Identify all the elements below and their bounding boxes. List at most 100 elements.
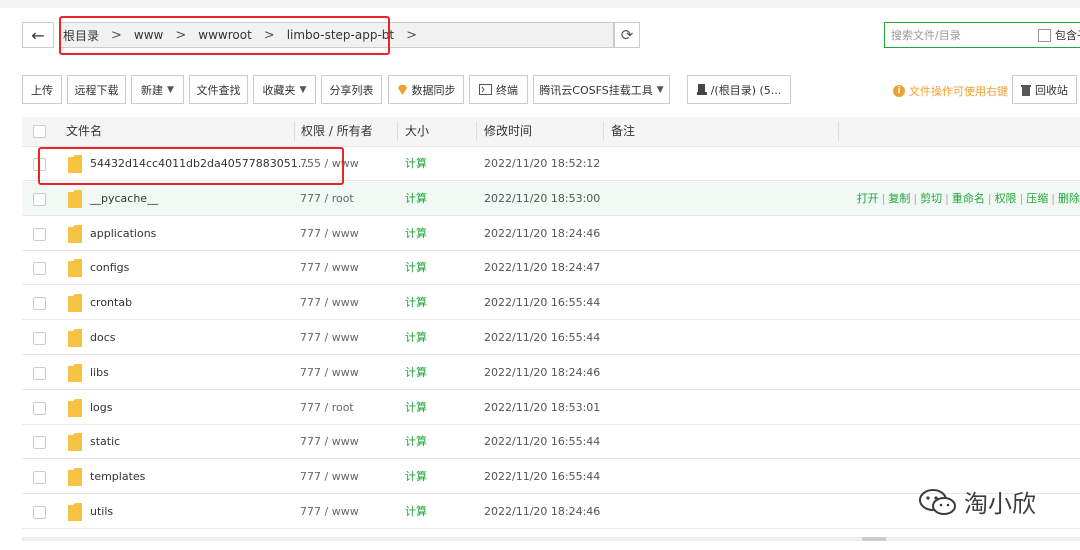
file-permission[interactable]: 777 / www	[300, 321, 359, 355]
file-name[interactable]: static	[90, 425, 120, 459]
row-checkbox[interactable]	[33, 436, 46, 450]
file-permission[interactable]: 777 / www	[300, 425, 359, 459]
table-row[interactable]: __pycache__ 777 / root 计算 2022/11/20 18:53:…	[22, 181, 1080, 216]
table-row[interactable]: applications 777 / www 计算 2022/11/20 18:24:…	[22, 217, 1080, 251]
row-checkbox[interactable]	[33, 332, 46, 345]
file-name[interactable]: logs	[90, 391, 113, 425]
back-button[interactable]: ←	[22, 22, 54, 48]
row-checkbox[interactable]	[33, 401, 46, 415]
favorites-button[interactable]: 收藏夹 ▼	[253, 75, 316, 104]
file-size[interactable]: 计算	[405, 425, 427, 459]
header-mtime[interactable]: 修改时间	[484, 117, 532, 146]
file-name[interactable]: crontab	[90, 286, 132, 320]
search-input[interactable]	[885, 27, 1038, 43]
data-sync-button[interactable]: 数据同步	[388, 75, 464, 104]
file-name[interactable]: configs	[90, 251, 129, 285]
table-row[interactable]: logs 777 / root 计算 2022/11/20 18:53:01	[22, 391, 1080, 425]
file-permission[interactable]: 777 / root	[300, 391, 354, 425]
file-size[interactable]: 计算	[405, 286, 427, 320]
action-separator: |	[1051, 191, 1055, 205]
row-checkbox[interactable]	[33, 262, 46, 276]
upload-button[interactable]: 上传	[22, 75, 62, 104]
row-action-link[interactable]: 重命名	[952, 192, 985, 205]
recycle-label: 回收站	[1035, 83, 1068, 97]
recycle-bin-button[interactable]: 回收站	[1012, 75, 1077, 104]
new-label: 新建	[141, 83, 164, 97]
file-permission[interactable]: 777 / root	[300, 182, 354, 216]
row-checkbox[interactable]	[33, 227, 46, 241]
file-size[interactable]: 计算	[405, 495, 427, 529]
row-action-link[interactable]: 复制	[888, 192, 910, 205]
trash-icon	[1021, 84, 1031, 96]
column-divider	[397, 122, 398, 141]
file-permission[interactable]: 777 / www	[300, 217, 359, 251]
disk-label: /(根目录) (5...	[710, 83, 782, 97]
folder-icon	[68, 503, 82, 521]
terminal-button[interactable]: 终端	[469, 75, 528, 104]
file-size[interactable]: 计算	[405, 391, 427, 425]
horizontal-scrollbar[interactable]	[22, 537, 1080, 541]
table-row[interactable]: static 777 / www 计算 2022/11/20 16:55:44	[22, 425, 1080, 460]
row-action-link[interactable]: 权限	[995, 192, 1017, 205]
cosfs-tool-button[interactable]: 腾讯云COSFS挂载工具 ▼	[533, 75, 670, 104]
share-list-button[interactable]: 分享列表	[321, 75, 382, 104]
include-subdir-checkbox[interactable]: 包含子	[1038, 27, 1080, 43]
table-row[interactable]: crontab 777 / www 计算 2022/11/20 16:55:44	[22, 286, 1080, 321]
row-actions: 打开 | 复制 | 剪切 | 重命名 | 权限 | 压缩 | 删除	[857, 182, 1080, 216]
disk-button[interactable]: /(根目录) (5...	[687, 75, 791, 104]
row-checkbox[interactable]	[33, 192, 46, 206]
folder-icon	[68, 259, 82, 278]
new-button[interactable]: 新建 ▼	[131, 75, 184, 104]
file-size[interactable]: 计算	[405, 251, 427, 285]
file-mtime: 2022/11/20 18:53:00	[484, 191, 601, 205]
file-name[interactable]: applications	[90, 217, 156, 251]
header-size[interactable]: 大小	[405, 117, 429, 146]
file-name[interactable]: libs	[90, 356, 109, 390]
row-checkbox[interactable]	[33, 506, 46, 519]
diamond-icon	[397, 84, 407, 95]
file-size[interactable]: 计算	[405, 460, 427, 494]
row-action-link[interactable]: 打开	[857, 192, 879, 205]
share-list-label: 分享列表	[329, 83, 374, 97]
file-permission[interactable]: 777 / www	[300, 460, 359, 494]
file-name[interactable]: __pycache__	[90, 182, 158, 216]
chevron-down-icon: ▼	[167, 84, 174, 95]
file-permission[interactable]: 777 / www	[300, 286, 359, 320]
folder-icon	[68, 329, 82, 347]
file-size[interactable]: 计算	[405, 147, 427, 181]
header-name[interactable]: 文件名	[66, 117, 102, 146]
row-action-link[interactable]: 压缩	[1026, 192, 1048, 205]
row-action-link[interactable]: 删除	[1058, 192, 1080, 205]
file-mtime: 2022/11/20 18:53:01	[484, 400, 601, 414]
file-size[interactable]: 计算	[405, 321, 427, 355]
tip-text: 文件操作可使用右键	[909, 85, 1008, 98]
file-permission[interactable]: 777 / www	[300, 356, 359, 390]
terminal-icon	[479, 84, 492, 95]
table-row[interactable]: configs 777 / www 计算 2022/11/20 18:24:47	[22, 251, 1080, 286]
file-size[interactable]: 计算	[405, 182, 427, 216]
file-search-button[interactable]: 文件查找	[189, 75, 248, 104]
header-permission[interactable]: 权限 / 所有者	[301, 117, 373, 146]
file-name[interactable]: docs	[90, 321, 116, 355]
scrollbar-thumb[interactable]	[862, 537, 886, 541]
refresh-button[interactable]: ⟳	[614, 22, 640, 48]
file-permission[interactable]: 777 / www	[300, 495, 359, 529]
context-menu-tip: i 文件操作可使用右键	[893, 83, 1008, 99]
table-row[interactable]: libs 777 / www 计算 2022/11/20 18:24:46	[22, 356, 1080, 390]
file-name[interactable]: utils	[90, 495, 113, 529]
table-row[interactable]: docs 777 / www 计算 2022/11/20 16:55:44	[22, 321, 1080, 355]
file-size[interactable]: 计算	[405, 356, 427, 390]
row-checkbox[interactable]	[33, 471, 46, 485]
include-subdir-label: 包含子	[1055, 29, 1080, 42]
row-checkbox[interactable]	[33, 297, 46, 311]
remote-download-button[interactable]: 远程下载	[67, 75, 126, 104]
file-mtime: 2022/11/20 18:24:46	[484, 365, 601, 379]
file-size[interactable]: 计算	[405, 217, 427, 251]
file-permission[interactable]: 777 / www	[300, 251, 359, 285]
checkbox-icon	[1038, 28, 1051, 42]
file-name[interactable]: templates	[90, 460, 145, 494]
row-action-link[interactable]: 剪切	[920, 192, 942, 205]
row-checkbox[interactable]	[33, 366, 46, 380]
select-all-checkbox[interactable]	[33, 125, 46, 138]
file-mtime: 2022/11/20 18:24:46	[484, 226, 601, 240]
